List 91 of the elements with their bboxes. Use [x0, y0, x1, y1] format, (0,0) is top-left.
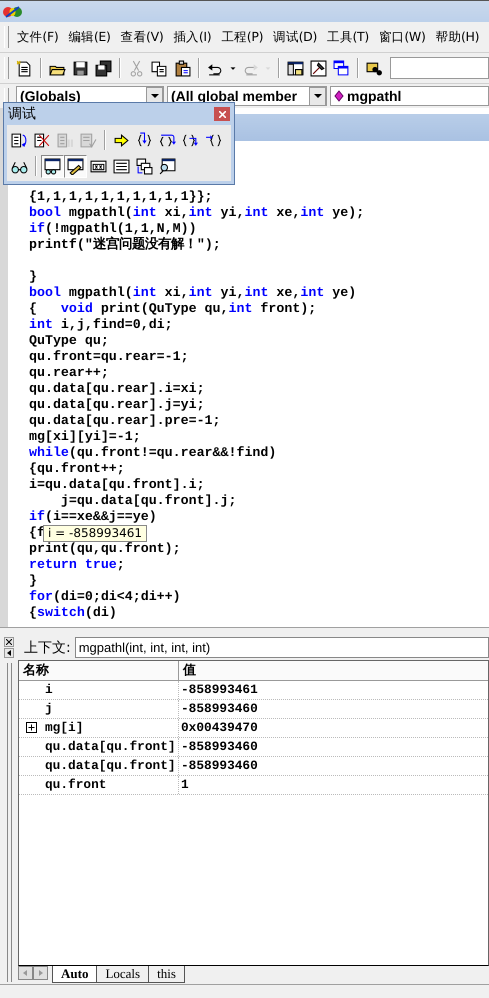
- code-line: bool mgpathl(int xi,int yi,int xe,int ye);: [29, 205, 364, 220]
- menu-item[interactable]: 窗口(W): [374, 28, 430, 46]
- code-line: j=qu.data[qu.front].j;: [60, 493, 236, 508]
- variable-name: qu.front: [45, 776, 106, 794]
- menu-item[interactable]: 插入(I): [169, 28, 216, 46]
- menu-item[interactable]: 文件(F): [13, 28, 62, 46]
- menu-item[interactable]: 编辑(E): [64, 28, 115, 46]
- close-icon: [6, 639, 12, 645]
- column-header[interactable]: 名称: [19, 661, 179, 680]
- braces-arrow-icon: [159, 132, 176, 148]
- variable-name: qu.data[qu.front]: [45, 757, 176, 775]
- code-line: print(qu,qu.front);: [29, 541, 181, 556]
- tab[interactable]: Auto: [52, 966, 98, 983]
- context-field[interactable]: mgpathl(int, int, int, int): [74, 637, 489, 658]
- app-icon: [2, 4, 24, 18]
- code-line: {1,1,1,1,1,1,1,1,1,1}};: [29, 189, 213, 204]
- tab[interactable]: this: [148, 966, 185, 983]
- menu-item[interactable]: 工程(P): [217, 28, 268, 46]
- code-line: qu.data[qu.rear].i=xi;: [29, 381, 205, 396]
- register-window-icon: [90, 158, 107, 174]
- dropdown[interactable]: (All global member: [167, 86, 327, 106]
- code-line: mg[xi][yi]=-1;: [29, 429, 141, 444]
- menu-item[interactable]: 查看(V): [116, 28, 168, 46]
- code-line: qu.data[qu.rear].j=yi;: [29, 397, 205, 412]
- dropdown[interactable]: mgpathl: [330, 86, 489, 106]
- code-line: if(i==xe&&j==ye): [29, 509, 157, 524]
- braces-arrow-icon: [205, 132, 222, 148]
- code-line: bool mgpathl(int xi,int yi,int xe,int ye): [29, 285, 356, 300]
- new-file-icon: [16, 60, 33, 76]
- find-field[interactable]: [390, 57, 489, 79]
- menu-item[interactable]: 调试(D): [269, 28, 322, 46]
- code-line: {qu.front++;: [29, 461, 125, 476]
- apply-changes-icon: [80, 132, 97, 148]
- copy-icon: [151, 60, 168, 76]
- variable-name: mg[i]: [45, 719, 84, 737]
- code-line: return true;: [29, 557, 125, 572]
- value-tooltip: i = -858993461: [43, 525, 148, 542]
- close-button[interactable]: [4, 637, 14, 647]
- variable-value: -858993460: [181, 700, 258, 718]
- code-line: i=qu.data[qu.front].i;: [29, 477, 205, 492]
- code-line: printf("迷宫问题没有解！");: [29, 237, 221, 252]
- scissors-icon: [128, 60, 145, 76]
- variable-name: j: [45, 700, 53, 718]
- code-line: QuType qu;: [29, 333, 109, 348]
- context-label: 上下文:: [24, 638, 71, 656]
- braces-arrow-icon: [182, 132, 199, 148]
- arrow-icon: [113, 132, 130, 148]
- close-icon: [218, 110, 226, 118]
- variable-name: qu.data[qu.front]: [45, 738, 176, 756]
- code-line: }: [29, 573, 37, 588]
- column-header[interactable]: 值: [179, 661, 488, 680]
- clipboard-icon: [174, 60, 191, 76]
- variable-value: -858993460: [181, 757, 258, 775]
- variable-value: 0x00439470: [181, 719, 258, 737]
- stop-debugging-icon: [34, 132, 51, 148]
- tab-scroll-buttons[interactable]: [18, 966, 48, 980]
- workspace-window-icon: [287, 60, 304, 76]
- collapse-button[interactable]: [4, 648, 14, 658]
- tab[interactable]: Locals: [96, 966, 150, 983]
- break-icon: [57, 132, 74, 148]
- magnifier-window-icon: [159, 158, 176, 174]
- pencil-window-icon: [67, 158, 84, 174]
- code-line: for(di=0;di<4;di++): [29, 589, 181, 604]
- code-line: int i,j,find=0,di;: [29, 317, 173, 332]
- code-line: qu.rear++;: [29, 365, 109, 380]
- code-line: qu.data[qu.rear].pre=-1;: [29, 413, 221, 428]
- floppy-disks-icon: [95, 60, 112, 76]
- toolbar-button[interactable]: [64, 154, 87, 178]
- variable-name: i: [45, 681, 53, 699]
- expand-icon[interactable]: [26, 722, 37, 733]
- hammer-icon: [310, 60, 327, 76]
- call-stack-icon: [136, 158, 153, 174]
- glasses-window-icon: [44, 158, 61, 174]
- menu-item[interactable]: 工具(T): [323, 28, 373, 46]
- menu-item[interactable]: 帮助(H): [432, 28, 484, 46]
- code-line: }: [29, 269, 37, 284]
- code-line: while(qu.front!=qu.rear&&!find): [29, 445, 276, 460]
- restart-icon: [11, 132, 28, 148]
- variable-value: -858993460: [181, 738, 258, 756]
- list-window-icon: [113, 158, 130, 174]
- toolbar-button[interactable]: [41, 154, 64, 178]
- variable-value: -858993461: [181, 681, 258, 699]
- code-line: if(!mgpathl(1,1,N,M)): [29, 221, 197, 236]
- toolbar-title: 调试: [8, 105, 36, 123]
- variable-value: 1: [181, 776, 189, 794]
- braces-arrow-icon: [136, 132, 153, 148]
- stacked-windows-icon: [333, 60, 350, 76]
- code-line: qu.front=qu.rear=-1;: [29, 349, 189, 364]
- code-line: { void print(QuType qu,int front);: [29, 301, 316, 316]
- left-arrow-icon: [7, 650, 11, 656]
- code-line: {switch(di): [29, 605, 117, 620]
